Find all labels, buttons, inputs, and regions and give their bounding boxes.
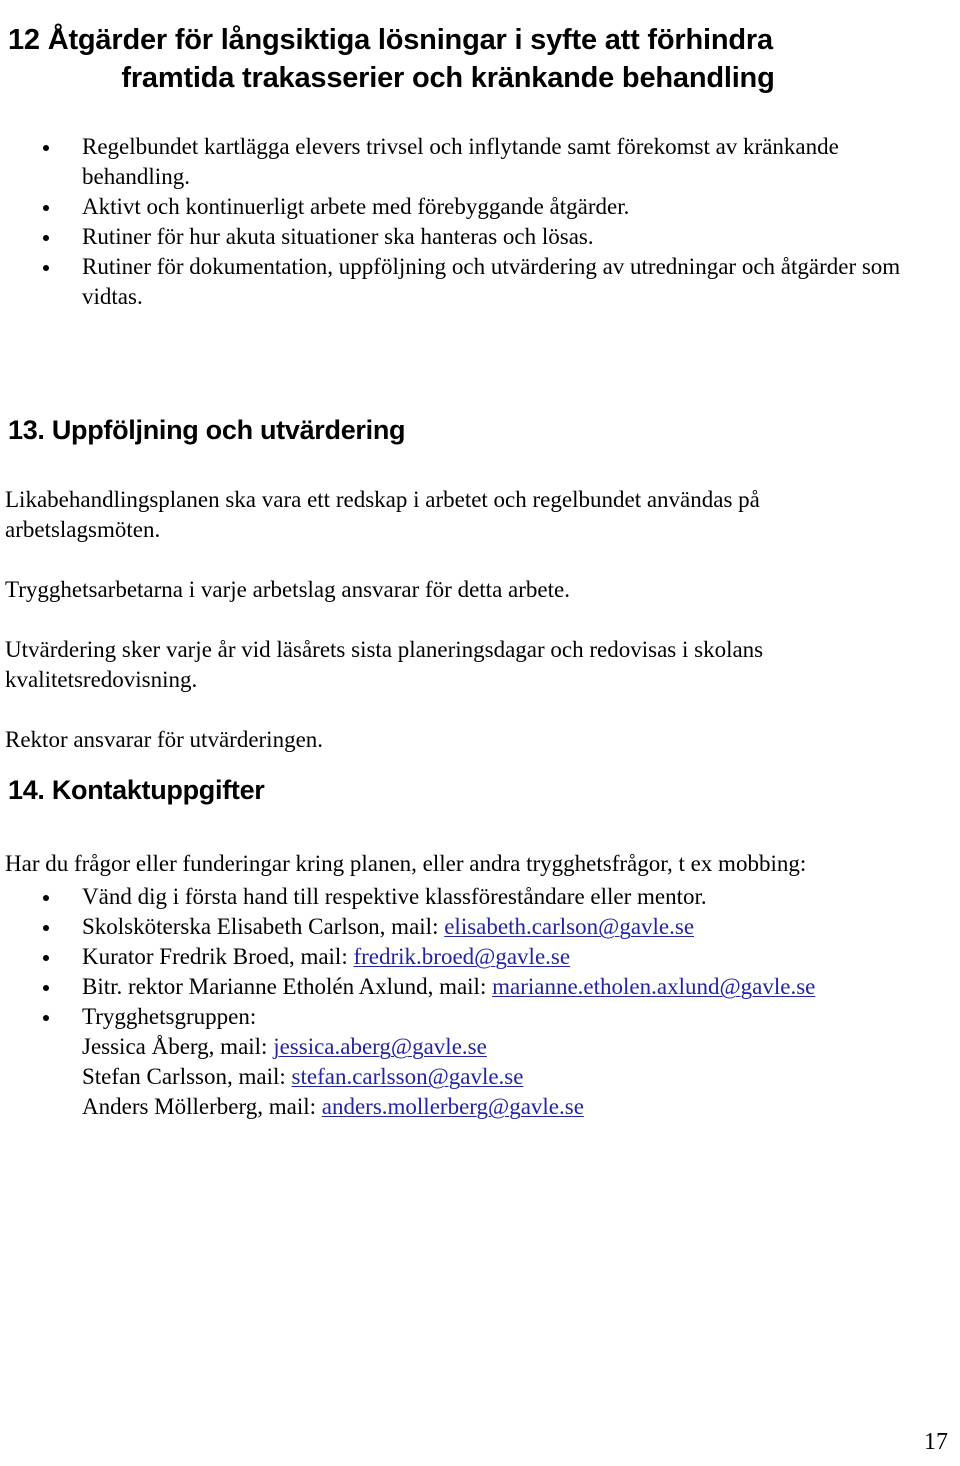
trygghetsgruppen-label: Trygghetsgruppen: — [82, 1004, 257, 1029]
page-number: 17 — [924, 1429, 948, 1455]
list-item: Skolsköterska Elisabeth Carlson, mail: e… — [0, 912, 905, 942]
page-title-line-2: framtida trakasserier och kränkande beha… — [121, 62, 775, 95]
document-page: 12 Åtgärder för långsiktiga lösningar i … — [0, 0, 960, 1466]
list-item-text: Aktivt och kontinuerligt arbete med före… — [82, 194, 630, 219]
page-title: 12 Åtgärder för långsiktiga lösningar i … — [8, 21, 952, 97]
group-member-name: Jessica Åberg, mail: — [82, 1034, 274, 1059]
section13-paragraph-1: Likabehandlingsplanen ska vara ett redsk… — [5, 487, 760, 542]
list-item: Rutiner för hur akuta situationer ska ha… — [0, 222, 905, 252]
contact-label: Skolsköterska Elisabeth Carlson, mail: — [82, 914, 445, 939]
group-member-row: Anders Möllerberg, mail: anders.mollerbe… — [82, 1092, 905, 1122]
email-link-jessica-aberg[interactable]: jessica.aberg@gavle.se — [273, 1034, 487, 1059]
list-item-text: Rutiner för dokumentation, uppföljning o… — [82, 254, 901, 309]
list-item-trygghetsgruppen: Trygghetsgruppen: Jessica Åberg, mail: j… — [0, 1002, 905, 1122]
email-link-stefan-carlsson[interactable]: stefan.carlsson@gavle.se — [292, 1064, 524, 1089]
email-link-anders-mollerberg[interactable]: anders.mollerberg@gavle.se — [322, 1094, 584, 1119]
group-member-row: Stefan Carlsson, mail: stefan.carlsson@g… — [82, 1062, 905, 1092]
list-item: Kurator Fredrik Broed, mail: fredrik.bro… — [0, 942, 905, 972]
email-link-elisabeth-carlson[interactable]: elisabeth.carlson@gavle.se — [444, 914, 694, 939]
list-item: Rutiner för dokumentation, uppföljning o… — [0, 252, 905, 312]
section13-paragraph-3: Utvärdering sker varje år vid läsårets s… — [5, 637, 764, 692]
group-member-row: Jessica Åberg, mail: jessica.aberg@gavle… — [82, 1032, 905, 1062]
section13-paragraph-4: Rektor ansvarar för utvärderingen. — [5, 727, 324, 752]
email-link-fredrik-broed[interactable]: fredrik.broed@gavle.se — [353, 944, 570, 969]
measures-bullet-list: Regelbundet kartlägga elevers trivsel oc… — [0, 132, 905, 312]
page-title-line-1: 12 Åtgärder för långsiktiga lösningar i … — [8, 24, 773, 57]
list-item: Vänd dig i första hand till respektive k… — [0, 882, 905, 912]
group-member-name: Anders Möllerberg, mail: — [82, 1094, 322, 1119]
contact-label: Bitr. rektor Marianne Etholén Axlund, ma… — [82, 974, 493, 999]
section-heading-14: 14. Kontaktuppgifter — [8, 775, 265, 806]
list-item-text: Rutiner för hur akuta situationer ska ha… — [82, 224, 594, 249]
list-item: Regelbundet kartlägga elevers trivsel oc… — [0, 132, 905, 192]
list-item-text: Regelbundet kartlägga elevers trivsel oc… — [82, 134, 839, 189]
list-item: Bitr. rektor Marianne Etholén Axlund, ma… — [0, 972, 905, 1002]
contact-label: Kurator Fredrik Broed, mail: — [82, 944, 354, 969]
group-member-name: Stefan Carlsson, mail: — [82, 1064, 292, 1089]
list-item: Aktivt och kontinuerligt arbete med före… — [0, 192, 905, 222]
email-link-marianne-etholen-axlund[interactable]: marianne.etholen.axlund@gavle.se — [492, 974, 815, 999]
section14-intro: Har du frågor eller funderingar kring pl… — [5, 851, 807, 876]
section13-paragraph-2: Trygghetsarbetarna i varje arbetslag ans… — [5, 577, 570, 602]
section-heading-13: 13. Uppföljning och utvärdering — [8, 415, 406, 446]
contact-bullet-list: Vänd dig i första hand till respektive k… — [0, 882, 905, 1122]
contact-label: Vänd dig i första hand till respektive k… — [82, 884, 707, 909]
